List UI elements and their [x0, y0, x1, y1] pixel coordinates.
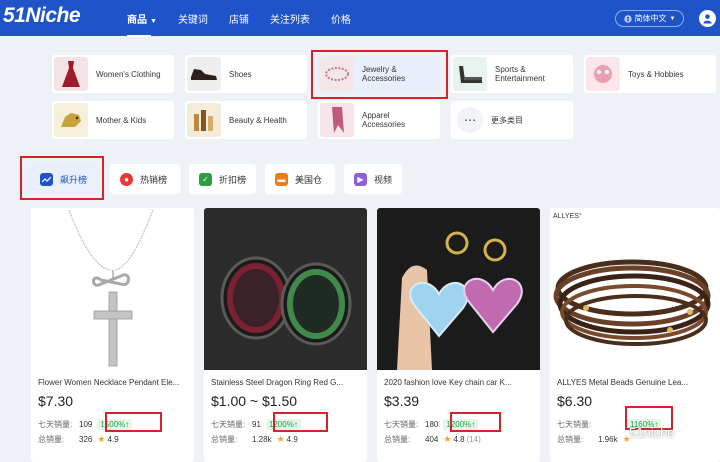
product-price: $7.30: [38, 393, 74, 409]
more-icon: ⋯: [457, 107, 483, 133]
discount-icon: ✓: [199, 172, 212, 186]
category-label: Beauty & Health: [229, 115, 287, 125]
nav-stores[interactable]: 店铺: [229, 11, 249, 26]
treadmill-icon: [453, 57, 487, 91]
product-price: $1.00 ~ $1.50: [211, 393, 298, 409]
category-apparel-accessories[interactable]: Apparel Accessories: [318, 101, 440, 139]
weekly-sales-value: 91: [252, 420, 261, 429]
weekly-sales-label: 七天销量:: [384, 420, 419, 429]
truck-icon: ▬: [275, 172, 288, 186]
category-mother-kids[interactable]: Mother & Kids: [52, 101, 174, 139]
nav-products-label: 商品: [127, 14, 147, 26]
logo[interactable]: 51Niche: [3, 4, 81, 28]
nav-products[interactable]: 商品 ▼: [127, 11, 157, 37]
total-sales-row: 总销量: 326 ★ 4.9: [38, 434, 119, 445]
category-shoes[interactable]: Shoes: [185, 55, 307, 93]
dinosaur-toy-icon: [54, 103, 88, 137]
chevron-down-icon: ▼: [669, 15, 676, 22]
product-image-keychain: [377, 208, 540, 370]
rating-value: 4.8: [453, 435, 465, 444]
highlight-box: [311, 50, 448, 99]
tab-label: 视频: [374, 174, 393, 185]
weekly-sales-label: 七天销量:: [38, 420, 73, 429]
category-beauty-health[interactable]: Beauty & Health: [185, 101, 307, 139]
language-label: 简体中文: [634, 14, 667, 23]
highlight-box: [20, 156, 104, 200]
watermark: 51niche: [612, 425, 675, 440]
product-image-rings: [204, 208, 367, 370]
tab-hot-sales[interactable]: ● 热销榜: [110, 164, 180, 194]
product-title[interactable]: Flower Women Necklace Pendant Ele...: [38, 378, 188, 387]
category-label: Mother & Kids: [96, 115, 147, 125]
video-icon: ▶: [354, 172, 367, 186]
star-icon: ★: [443, 434, 452, 444]
category-label: Apparel Accessories: [362, 111, 406, 129]
product-image-necklace: [31, 208, 194, 370]
product-title[interactable]: 2020 fashion love Key chain car K...: [384, 378, 534, 387]
rating-count: (14): [466, 435, 481, 444]
weekly-sales-value: 180: [425, 420, 439, 429]
category-label: Toys & Hobbies: [628, 69, 684, 79]
product-price: $3.39: [384, 393, 420, 409]
rating-value: 4.9: [286, 435, 298, 444]
category-label: 更多类目: [491, 115, 523, 125]
total-sales-label: 总销量:: [557, 435, 584, 444]
product-price: $6.30: [557, 393, 593, 409]
product-title[interactable]: Stainless Steel Dragon Ring Red G...: [211, 378, 361, 387]
nav-pricing[interactable]: 价格: [331, 11, 351, 26]
language-selector[interactable]: 简体中文 ▼: [615, 10, 684, 27]
weekly-sales-value: 109: [79, 420, 93, 429]
weekly-sales-label: 七天销量:: [211, 420, 246, 429]
highlight-box: [273, 412, 328, 432]
shoe-icon: [187, 57, 221, 91]
avatar[interactable]: [699, 10, 716, 27]
product-image-bracelets: ALLYES°: [550, 208, 720, 370]
category-more[interactable]: ⋯ 更多类目: [451, 101, 573, 139]
weekly-sales-label: 七天销量:: [557, 420, 592, 429]
nav-watchlist[interactable]: 关注列表: [270, 11, 310, 26]
category-sports-entertainment[interactable]: Sports & Entertainment: [451, 55, 573, 93]
cosmetics-icon: [187, 103, 221, 137]
brand-label: ALLYES°: [553, 213, 582, 220]
tab-label: 热销榜: [140, 174, 168, 185]
category-womens-clothing[interactable]: Women's Clothing: [52, 55, 174, 93]
total-sales-value: 404: [425, 435, 439, 444]
top-navigation-bar: 51Niche 商品 ▼ 关键词 店铺 关注列表 价格 简体中文 ▼: [0, 0, 720, 37]
total-sales-label: 总销量:: [211, 435, 238, 444]
category-label: Sports & Entertainment: [495, 65, 545, 83]
star-icon: ★: [97, 434, 106, 444]
tab-us-warehouse[interactable]: ▬ 美国仓: [265, 164, 335, 194]
total-sales-label: 总销量:: [38, 435, 65, 444]
tab-label: 美国仓: [295, 174, 323, 185]
wechat-icon: [612, 427, 626, 438]
total-sales-label: 总销量:: [384, 435, 411, 444]
total-sales-value: 326: [79, 435, 93, 444]
tab-video[interactable]: ▶ 视频: [344, 164, 402, 194]
highlight-box: [105, 412, 162, 432]
dress-icon: [54, 57, 88, 91]
category-label: Women's Clothing: [96, 69, 161, 79]
highlight-box: [450, 412, 501, 432]
total-sales-row: 总销量: 404 ★ 4.8 (14): [384, 434, 481, 445]
watermark-text: 51niche: [629, 425, 675, 440]
globe-icon: [623, 14, 632, 23]
fire-icon: ●: [120, 172, 133, 186]
nav-keywords[interactable]: 关键词: [178, 11, 208, 26]
category-label: Shoes: [229, 69, 252, 79]
category-toys-hobbies[interactable]: Toys & Hobbies: [584, 55, 716, 93]
scarf-icon: [320, 103, 354, 137]
star-icon: ★: [276, 434, 285, 444]
total-sales-value: 1.28k: [252, 435, 272, 444]
product-title[interactable]: ALLYES Metal Beads Genuine Lea...: [557, 378, 707, 387]
user-icon: [703, 14, 712, 24]
main-nav: 商品 ▼ 关键词 店铺 关注列表 价格: [127, 0, 372, 37]
tab-label: 折扣榜: [219, 174, 247, 185]
rating-value: 4.9: [107, 435, 119, 444]
total-sales-row: 总销量: 1.28k ★ 4.9: [211, 434, 298, 445]
toy-icon: [586, 57, 620, 91]
chevron-down-icon: ▼: [150, 17, 157, 25]
tab-discount[interactable]: ✓ 折扣榜: [189, 164, 256, 194]
